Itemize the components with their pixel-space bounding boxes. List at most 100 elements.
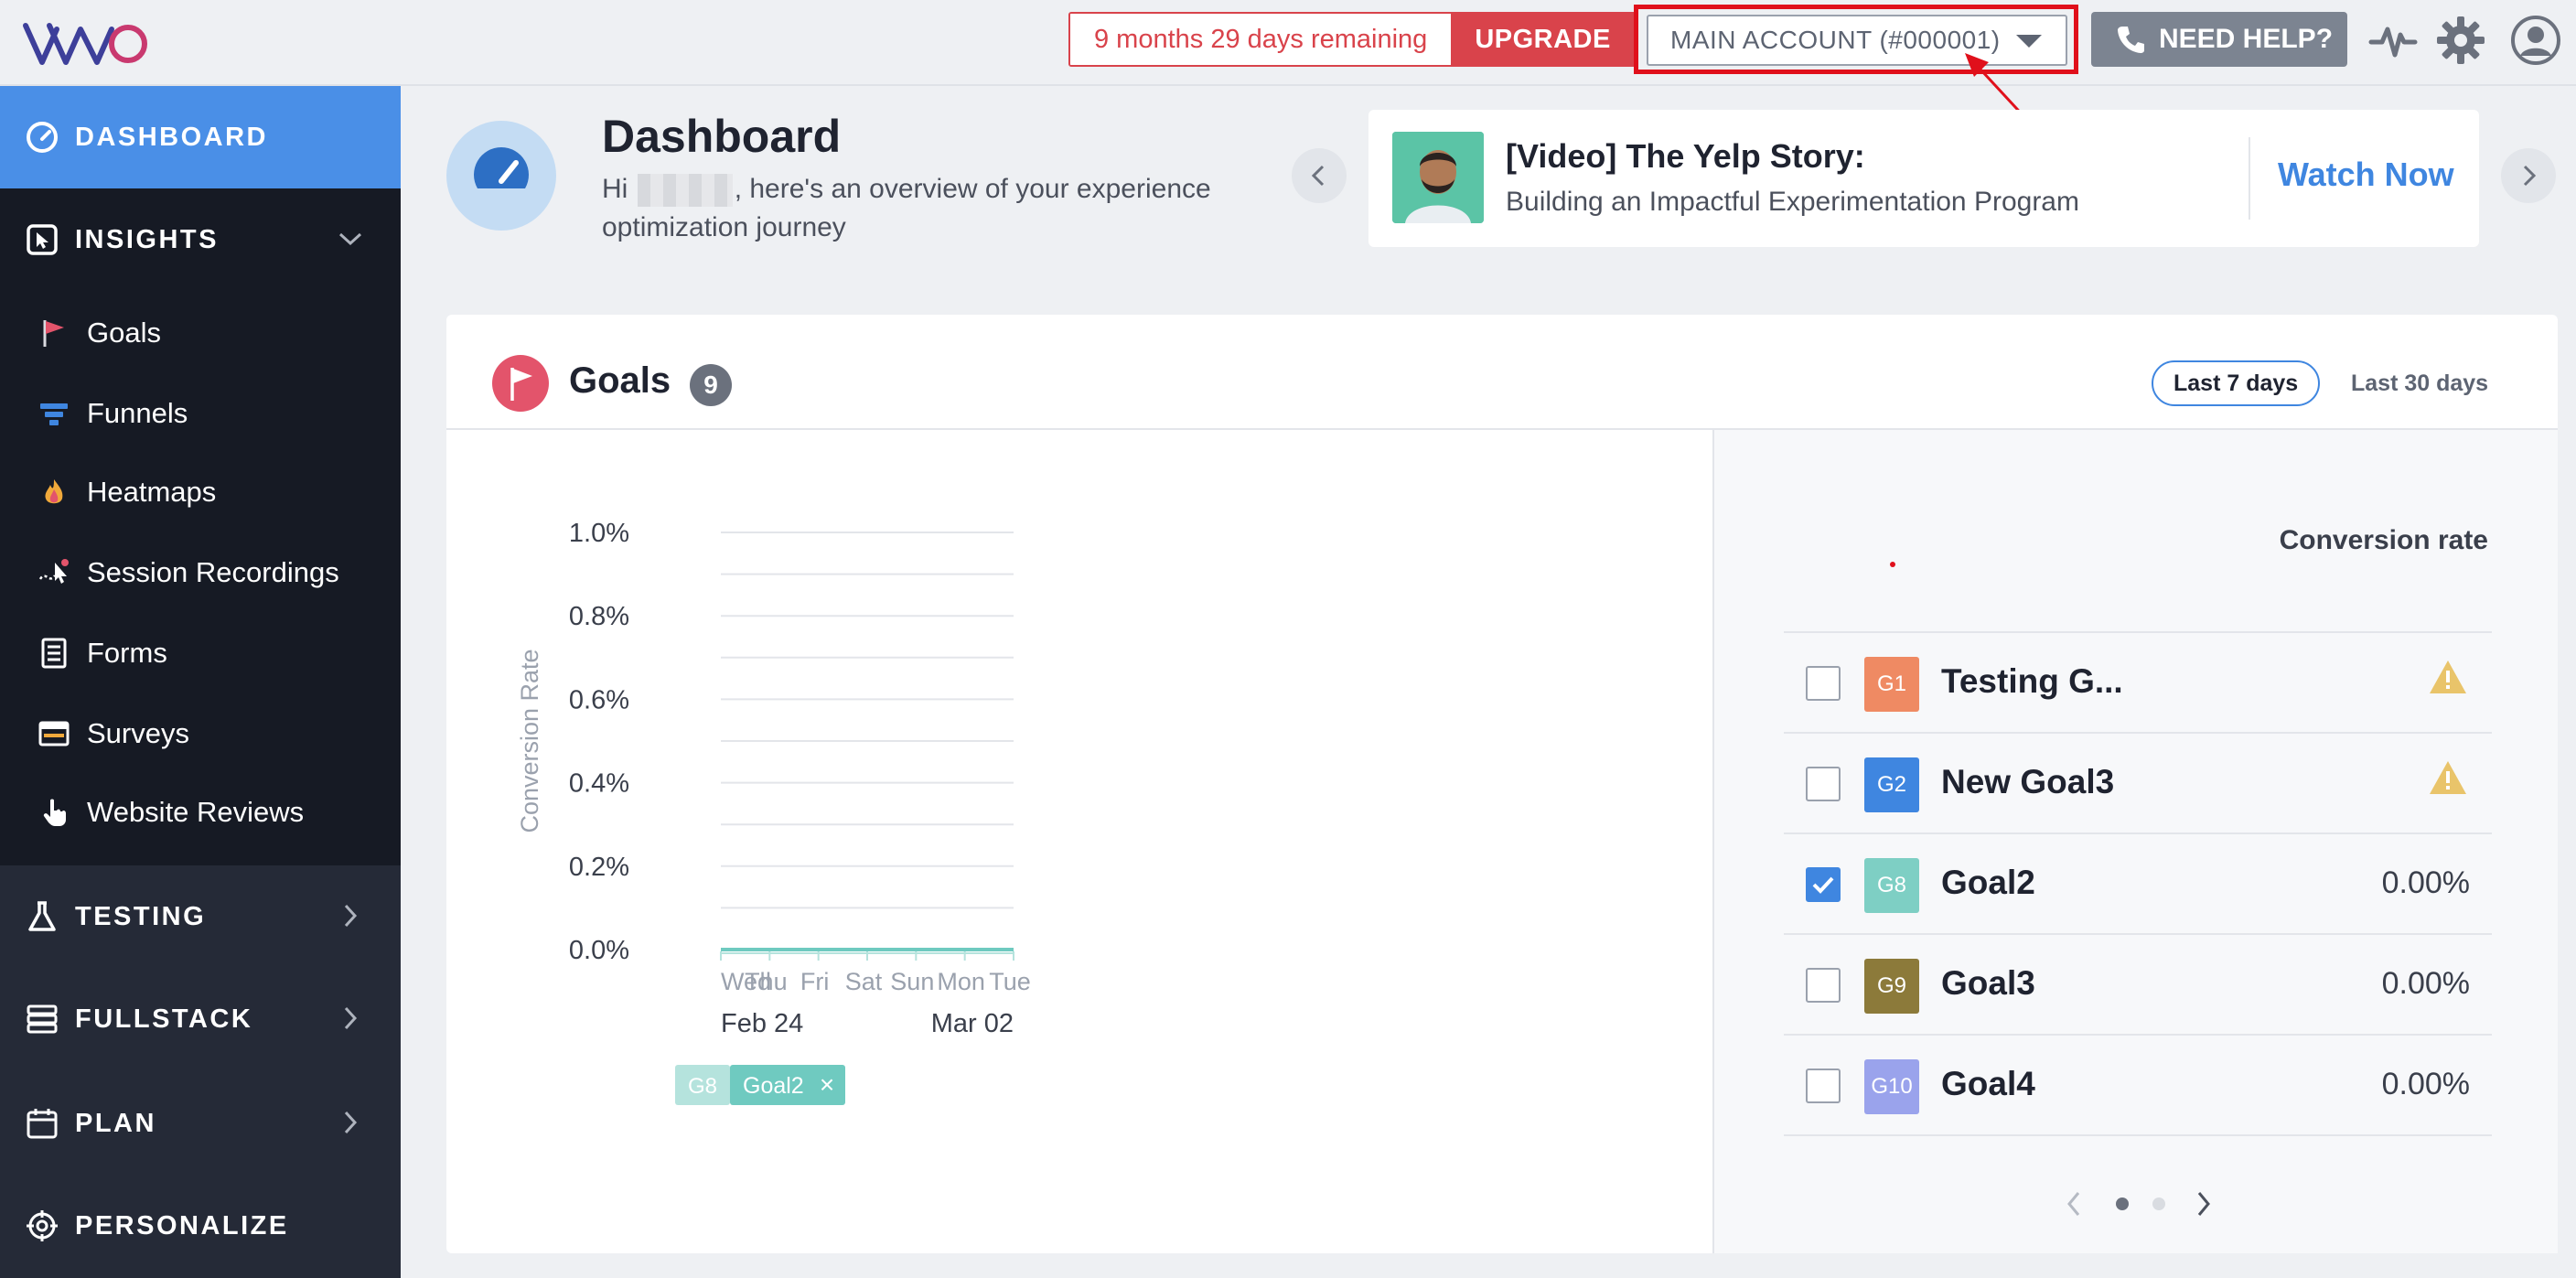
settings-gear-icon[interactable]	[2435, 15, 2486, 66]
goal-checkbox[interactable]	[1806, 867, 1841, 902]
y-tick-label: 0.2%	[569, 853, 629, 882]
pager-next-icon[interactable]	[2197, 1192, 2210, 1216]
chevron-right-icon	[344, 1006, 358, 1030]
user-avatar-icon[interactable]	[2510, 15, 2561, 66]
sidebar-label-testing: TESTING	[75, 902, 207, 931]
top-bar: 9 months 29 days remaining UPGRADE MAIN …	[0, 0, 2576, 157]
sidebar-label-insights: INSIGHTS	[75, 225, 219, 254]
pager-dot[interactable]	[2152, 1197, 2165, 1210]
promo-prev-button[interactable]	[1292, 148, 1347, 203]
goal-badge: G2	[1864, 757, 1919, 812]
chevron-right-icon	[2523, 165, 2537, 187]
sidebar-item-heatmaps[interactable]: Heatmaps	[0, 452, 401, 532]
x-date-label-end: Mar 02	[931, 1009, 1014, 1038]
sidebar-label-fullstack: FULLSTACK	[75, 1004, 253, 1034]
promo-next-button[interactable]	[2501, 148, 2556, 203]
sidebar-item-fullstack[interactable]: FULLSTACK	[0, 968, 401, 1070]
goal-badge: G9	[1864, 959, 1919, 1014]
y-tick-label: 0.8%	[569, 602, 629, 631]
sidebar-item-insights[interactable]: INSIGHTS	[0, 188, 401, 291]
sidebar-item-dashboard[interactable]: DASHBOARD	[0, 86, 401, 188]
sidebar-item-session-recordings[interactable]: Session Recordings	[0, 532, 401, 613]
survey-icon	[38, 721, 70, 746]
legend-chip-badge: G8	[688, 1074, 717, 1099]
goals-pagination	[2067, 1192, 2210, 1216]
promo-card[interactable]: [Video] The Yelp Story: Building an Impa…	[1368, 110, 2479, 247]
warning-icon[interactable]	[2428, 759, 2468, 796]
pointer-hand-icon	[43, 799, 66, 826]
x-tick-label: Thu	[745, 968, 788, 995]
fullstack-layers-icon	[27, 1004, 58, 1034]
warning-icon[interactable]	[2428, 659, 2468, 695]
x-tick-label: Sat	[845, 968, 883, 995]
dashboard-gauge-icon	[474, 147, 529, 188]
table-row[interactable]: G2 New Goal3	[1784, 732, 2492, 832]
goal-badge: G8	[1864, 858, 1919, 913]
page-title: Dashboard	[602, 111, 842, 162]
y-tick-label: 0.4%	[569, 769, 629, 799]
table-row[interactable]: G1 Testing G...	[1784, 631, 2492, 732]
goal-conversion-rate: 0.00%	[2381, 865, 2470, 900]
table-bottom-border	[1784, 1134, 2492, 1136]
sidebar-label-website-reviews: Website Reviews	[87, 796, 305, 828]
table-row[interactable]: G10 Goal4 0.00%	[1784, 1034, 2492, 1134]
range-last-30-days[interactable]: Last 30 days	[2329, 360, 2510, 406]
phone-icon	[2118, 27, 2144, 53]
pager-prev-icon[interactable]	[2067, 1192, 2080, 1216]
insights-cursor-icon	[27, 224, 58, 255]
y-axis-label: Conversion Rate	[516, 649, 543, 832]
chevron-down-icon	[338, 232, 362, 246]
target-crosshair-icon	[27, 1210, 58, 1241]
presenter-avatar	[1392, 132, 1484, 223]
sidebar-item-goals[interactable]: Goals	[0, 293, 401, 373]
sidebar-item-testing[interactable]: TESTING	[0, 865, 401, 968]
dashboard-header-icon	[446, 121, 556, 231]
legend-chip-label: Goal2	[743, 1073, 804, 1099]
goal-conversion-rate: 0.00%	[2381, 1067, 2470, 1101]
sidebar-item-surveys[interactable]: Surveys	[0, 693, 401, 774]
range-last-7-days[interactable]: Last 7 days	[2152, 360, 2321, 406]
red-dot-marker	[1890, 562, 1895, 567]
goal-name: Testing G...	[1941, 662, 2123, 700]
sidebar-item-website-reviews[interactable]: Website Reviews	[0, 772, 401, 853]
caret-down-icon	[2016, 35, 2042, 48]
sidebar-item-funnels[interactable]: Funnels	[0, 373, 401, 454]
table-row[interactable]: G8 Goal2 0.00%	[1784, 832, 2492, 933]
goal-checkbox[interactable]	[1806, 968, 1841, 1003]
chevron-left-icon	[1311, 165, 1325, 187]
goal-name: New Goal3	[1941, 763, 2115, 800]
person-photo-icon	[1392, 132, 1484, 223]
table-row[interactable]: G9 Goal3 0.00%	[1784, 933, 2492, 1034]
legend-remove-icon[interactable]: ×	[820, 1070, 834, 1099]
goal-badge: G10	[1864, 1059, 1919, 1114]
goal-checkbox[interactable]	[1806, 767, 1841, 801]
x-tick-label: Tue	[989, 968, 1031, 995]
sidebar-label-plan: PLAN	[75, 1109, 156, 1138]
redacted-username	[637, 174, 733, 208]
funnel-icon	[40, 403, 68, 425]
trial-remaining-text: 9 months 29 days remaining	[1070, 14, 1452, 65]
pager-dot-active[interactable]	[2116, 1197, 2129, 1210]
upgrade-button[interactable]: UPGRADE	[1451, 14, 1635, 65]
promo-title: [Video] The Yelp Story:	[1506, 137, 1865, 175]
sidebar-label-heatmaps: Heatmaps	[87, 476, 217, 508]
conversion-rate-column-header: Conversion rate	[2279, 525, 2488, 555]
sidebar-item-personalize[interactable]: PERSONALIZE	[0, 1175, 401, 1277]
need-help-button[interactable]: NEED HELP?	[2091, 12, 2347, 67]
goal-checkbox[interactable]	[1806, 1069, 1841, 1103]
sidebar-label-session-recordings: Session Recordings	[87, 556, 339, 588]
goals-list-panel: Conversion rate G1 Testing G... G2 New Goal…	[1712, 430, 2558, 1253]
heatmap-flame-icon	[45, 479, 63, 504]
sidebar-item-plan[interactable]: PLAN	[0, 1072, 401, 1175]
goal-name: Goal3	[1941, 964, 2035, 1002]
goal-checkbox[interactable]	[1806, 666, 1841, 701]
dashboard-gauge-icon	[27, 122, 58, 153]
watch-now-link[interactable]: Watch Now	[2278, 156, 2454, 194]
account-label: MAIN ACCOUNT (#000001)	[1670, 26, 2001, 54]
activity-pulse-icon[interactable]	[2367, 15, 2419, 66]
sidebar-item-forms[interactable]: Forms	[0, 613, 401, 693]
vwo-logo[interactable]	[22, 16, 150, 71]
calendar-icon	[27, 1109, 58, 1139]
chevron-right-icon	[344, 1111, 358, 1134]
conversion-rate-chart: 1.0%0.8%0.6%0.4%0.2%0.0%Conversion RateW…	[516, 519, 1031, 1105]
